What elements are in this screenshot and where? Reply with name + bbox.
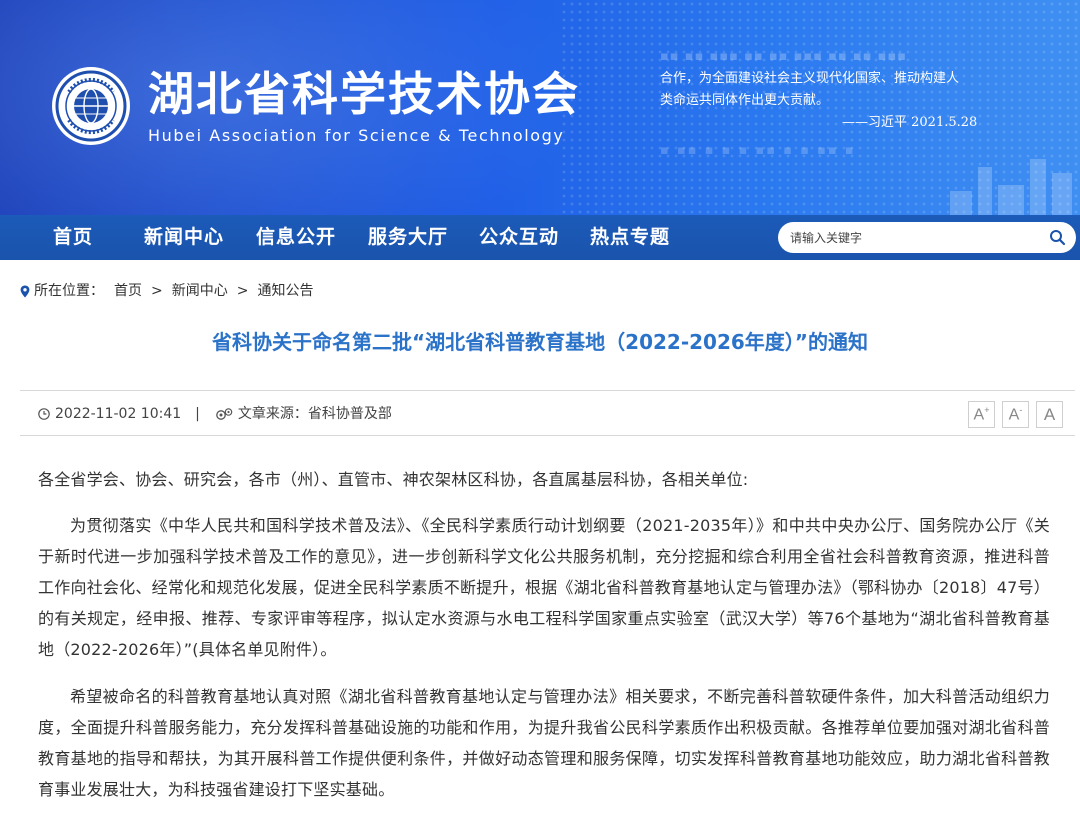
quote-faded-line: ▪ ▪▪ ▪ ▪ ▪ ▪▪ ▪ ▪ ▪▪ ▪ — [660, 143, 856, 158]
source-name: 省科协普及部 — [307, 406, 392, 422]
font-reset-label: A — [1043, 404, 1056, 424]
clock-icon — [38, 408, 50, 420]
quote-line: 类命运共同体作出更大贡献。 — [660, 93, 830, 108]
source-icon — [216, 408, 233, 420]
search-input[interactable] — [778, 222, 1028, 253]
breadcrumb-label: 所在位置： — [34, 283, 104, 299]
breadcrumb-link-news-center[interactable]: 新闻中心 — [172, 282, 228, 300]
article-body: 各全省学会、协会、研究会，各市（州）、直管市、神农架林区科协，各直属基层科协，各… — [38, 464, 1050, 805]
breadcrumb: 所在位置： 首页 > 新闻中心 > 通知公告 — [20, 282, 313, 300]
font-reset-button[interactable]: A — [1036, 401, 1063, 428]
nav-item-home[interactable]: 首页 — [53, 215, 93, 260]
site-header-banner: 湖北省科学技术协会 Hubei Association for Science … — [0, 0, 1080, 215]
font-decrease-button[interactable]: A- — [1002, 401, 1029, 428]
breadcrumb-link-home[interactable]: 首页 — [114, 282, 142, 300]
nav-item-info-disclosure[interactable]: 信息公开 — [256, 215, 336, 260]
meta-separator: | — [195, 406, 200, 422]
breadcrumb-link-notices[interactable]: 通知公告 — [257, 282, 313, 300]
leader-quote: ▪▪ ▪▪ ▪▪▪ ▪▪ ▪▪ ▪▪▪ ▪▪ ▪▪ ▪▪▪ 合作，为全面建设社会… — [660, 46, 1020, 162]
search-icon[interactable] — [1049, 229, 1066, 246]
font-increase-label: A+ — [973, 404, 990, 424]
nav-item-news-center[interactable]: 新闻中心 — [144, 215, 224, 260]
nav-item-hot-topics[interactable]: 热点专题 — [590, 215, 670, 260]
article-paragraph: 为贯彻落实《中华人民共和国科学技术普及法》、《全民科学素质行动计划纲要（2021… — [38, 516, 1050, 659]
font-increase-button[interactable]: A+ — [968, 401, 995, 428]
nav-item-public-interaction[interactable]: 公众互动 — [479, 215, 559, 260]
banner-city-skyline — [920, 155, 1080, 215]
article-paragraph: 各全省学会、协会、研究会，各市（州）、直管市、神农架林区科协，各直属基层科协，各… — [38, 470, 749, 489]
source-label: 文章来源： — [237, 406, 308, 422]
association-emblem-icon — [55, 70, 127, 142]
publish-date: 2022-11-02 10:41 — [55, 406, 182, 422]
font-size-controls: A+ A- A — [968, 401, 1063, 428]
breadcrumb-separator: > — [151, 283, 163, 299]
breadcrumb-separator: > — [236, 283, 249, 299]
quote-faded-line: ▪▪ ▪▪ ▪▪▪ ▪▪ ▪▪ ▪▪▪ ▪▪ ▪▪ ▪▪▪ — [660, 49, 908, 64]
nav-item-service-hall[interactable]: 服务大厅 — [368, 215, 448, 260]
article-meta-bar: 2022-11-02 10:41 | 文章来源： 省科协普及部 A+ A- A — [20, 390, 1075, 436]
search-box — [778, 222, 1076, 253]
font-decrease-label: A- — [1008, 404, 1023, 424]
site-logo[interactable] — [52, 67, 130, 145]
site-subtitle: Hubei Association for Science & Technolo… — [148, 126, 565, 145]
site-title: 湖北省科学技术协会 — [148, 67, 580, 121]
article-paragraph: 希望被命名的科普教育基地认真对照《湖北省科普教育基地认定与管理办法》相关要求，不… — [38, 687, 1050, 799]
quote-signature: ——习近平 2021.5.28 — [842, 115, 978, 130]
article-title: 省科协关于命名第二批“湖北省科普教育基地（2022-2026年度）”的通知 — [212, 330, 868, 354]
quote-line: 合作，为全面建设社会主义现代化国家、推动构建人 — [660, 71, 960, 86]
location-pin-icon — [20, 285, 30, 297]
